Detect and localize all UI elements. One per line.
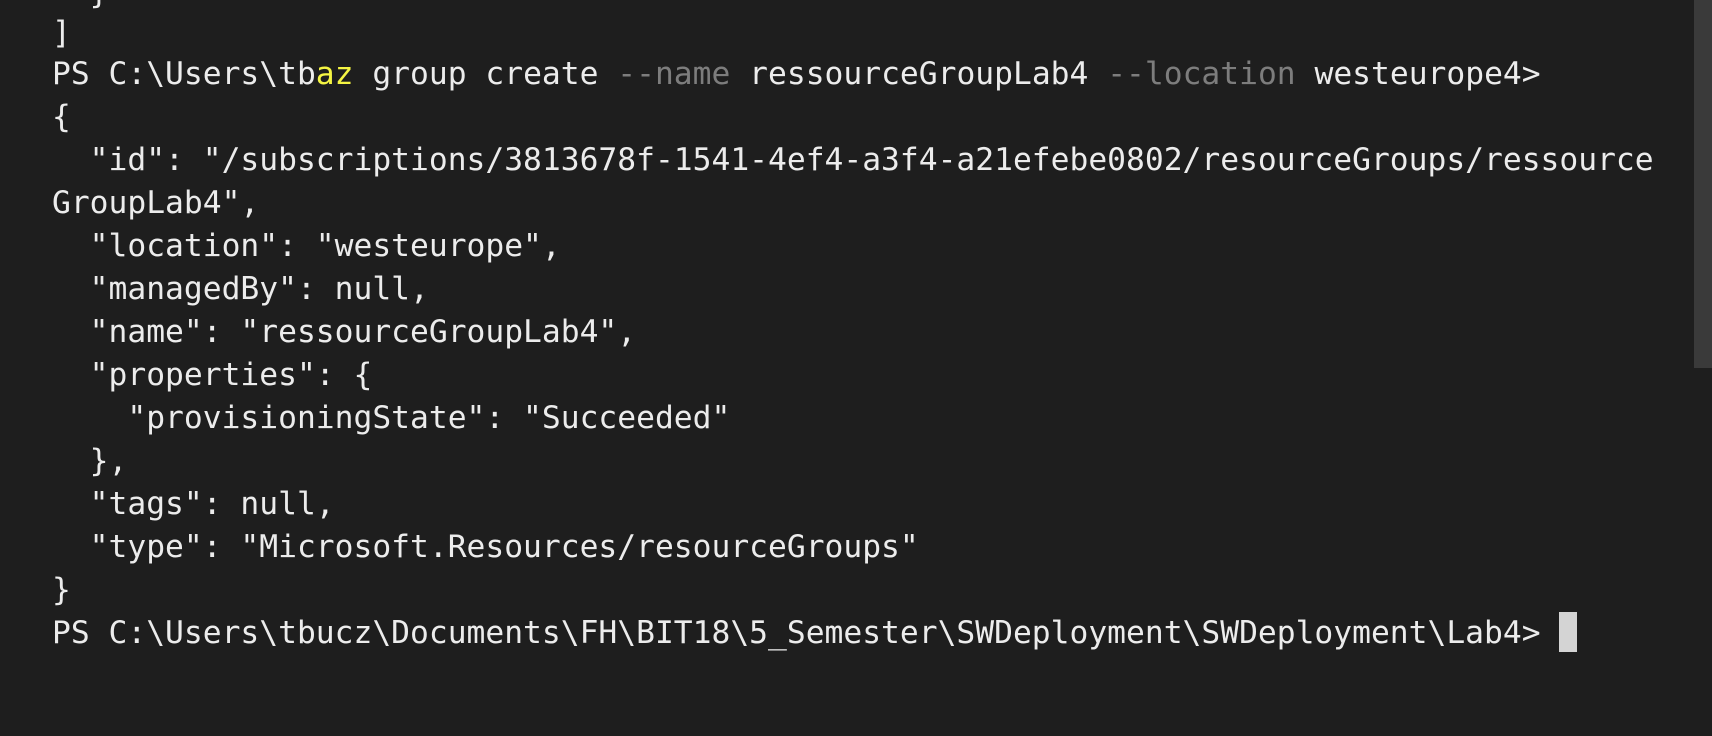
scrollbar[interactable]	[1694, 0, 1712, 736]
text-cursor	[1558, 612, 1577, 652]
output-line: "properties": {	[52, 357, 373, 393]
command-args: westeurope4>	[1295, 56, 1541, 92]
command-line: PS C:\Users\tbaz group create --name res…	[52, 53, 1541, 96]
output-line: }	[52, 572, 71, 608]
command-param-name: --name	[617, 56, 731, 92]
output-line: {	[52, 99, 71, 135]
command-args: ressourceGroupLab4	[730, 56, 1108, 92]
output-line: "tags": null,	[52, 486, 335, 522]
command-param-location: --location	[1107, 56, 1296, 92]
prompt-text: PS C:\Users\tb	[52, 56, 316, 92]
output-line: "type": "Microsoft.Resources/resourceGro…	[52, 529, 919, 565]
scrollbar-thumb[interactable]	[1694, 0, 1712, 368]
output-line: ]	[52, 15, 71, 51]
command-args: group create	[353, 56, 618, 92]
output-line: "id": "/subscriptions/3813678f-1541-4ef4…	[52, 142, 1654, 178]
output-line: GroupLab4",	[52, 185, 260, 221]
output-line: "managedBy": null,	[52, 271, 429, 307]
terminal-window[interactable]: } ] PS C:\Users\tbaz group create --name…	[0, 0, 1712, 736]
prompt-line[interactable]: PS C:\Users\tbucz\Documents\FH\BIT18\5_S…	[52, 612, 1577, 655]
output-line: "location": "westeurope",	[52, 228, 561, 264]
output-line: },	[52, 443, 128, 479]
command-name: az	[315, 56, 354, 92]
output-line: "name": "ressourceGroupLab4",	[52, 314, 637, 350]
output-line: "provisioningState": "Succeeded"	[52, 400, 731, 436]
prompt-text: PS C:\Users\tbucz\Documents\FH\BIT18\5_S…	[52, 615, 1541, 651]
